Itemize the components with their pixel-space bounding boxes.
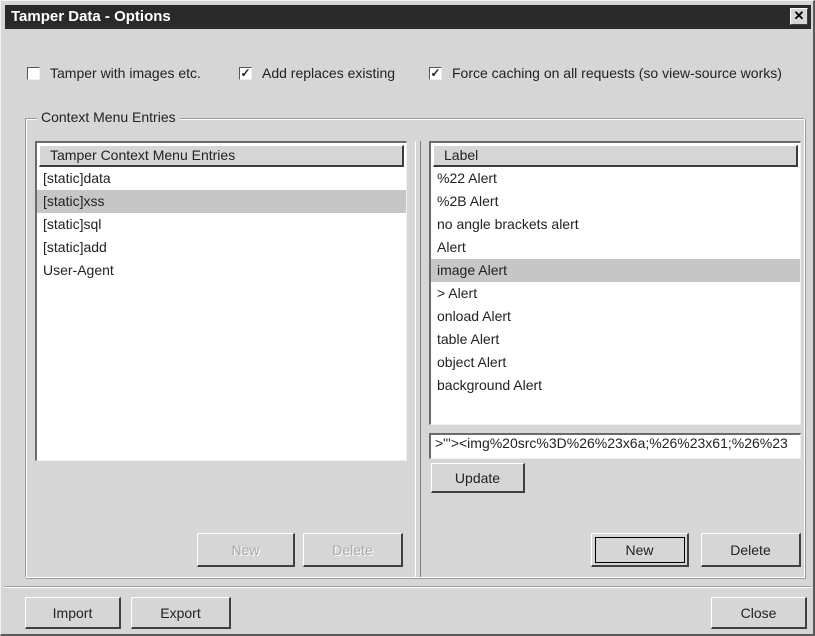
label-list-item[interactable]: Alert (431, 236, 800, 259)
option-tamper-images[interactable]: Tamper with images etc. (27, 63, 201, 83)
export-button[interactable]: Export (131, 597, 231, 629)
label-list-item[interactable]: onload Alert (431, 305, 800, 328)
context-entry-item[interactable]: [static]add (37, 236, 406, 259)
value-field[interactable]: >"'><img%20src%3D%26%23x6a;%26%23x61;%26… (429, 433, 801, 459)
label-list-item[interactable]: background Alert (431, 374, 800, 397)
left-delete-button[interactable]: Delete (303, 533, 403, 567)
import-button[interactable]: Import (25, 597, 121, 629)
add-replaces-checkbox[interactable]: ✓ (239, 66, 252, 80)
context-entry-item[interactable]: User-Agent (37, 259, 406, 282)
label-list-item[interactable]: image Alert (431, 259, 800, 282)
list-header-entries[interactable]: Tamper Context Menu Entries (39, 145, 404, 167)
window-title: Tamper Data - Options (11, 8, 171, 25)
label-list-item[interactable]: > Alert (431, 282, 800, 305)
option-force-caching[interactable]: ✓ Force caching on all requests (so view… (429, 63, 782, 83)
right-new-button[interactable]: New (591, 533, 689, 567)
tamper-images-label: Tamper with images etc. (50, 65, 201, 81)
add-replaces-label: Add replaces existing (262, 65, 396, 81)
list-header-label[interactable]: Label (433, 145, 798, 167)
label-list-item[interactable]: table Alert (431, 328, 800, 351)
tamper-images-checkbox[interactable] (27, 66, 40, 80)
label-list-item[interactable]: object Alert (431, 351, 800, 374)
right-delete-button[interactable]: Delete (701, 533, 801, 567)
title-bar[interactable]: Tamper Data - Options ✕ (5, 5, 811, 29)
update-button[interactable]: Update (431, 463, 525, 493)
pane-splitter[interactable] (415, 141, 421, 577)
groupbox-label: Context Menu Entries (37, 109, 180, 125)
context-entry-item[interactable]: [static]data (37, 167, 406, 190)
close-button[interactable]: Close (711, 597, 807, 629)
force-caching-label: Force caching on all requests (so view-s… (452, 65, 782, 81)
context-entry-item[interactable]: [static]sql (37, 213, 406, 236)
option-add-replaces[interactable]: ✓ Add replaces existing (239, 63, 395, 83)
context-entries-list[interactable]: Tamper Context Menu Entries [static]data… (35, 141, 407, 461)
label-list-item[interactable]: %2B Alert (431, 190, 800, 213)
footer-divider (5, 586, 811, 588)
close-icon[interactable]: ✕ (790, 8, 808, 25)
context-entry-item[interactable]: [static]xss (37, 190, 406, 213)
label-list-item[interactable]: no angle brackets alert (431, 213, 800, 236)
label-list[interactable]: Label %22 Alert %2B Alert no angle bracket… (429, 141, 801, 425)
left-new-button[interactable]: New (197, 533, 295, 567)
options-dialog: Tamper Data - Options ✕ Tamper with imag… (0, 0, 815, 636)
label-list-item[interactable]: %22 Alert (431, 167, 800, 190)
force-caching-checkbox[interactable]: ✓ (429, 66, 442, 80)
